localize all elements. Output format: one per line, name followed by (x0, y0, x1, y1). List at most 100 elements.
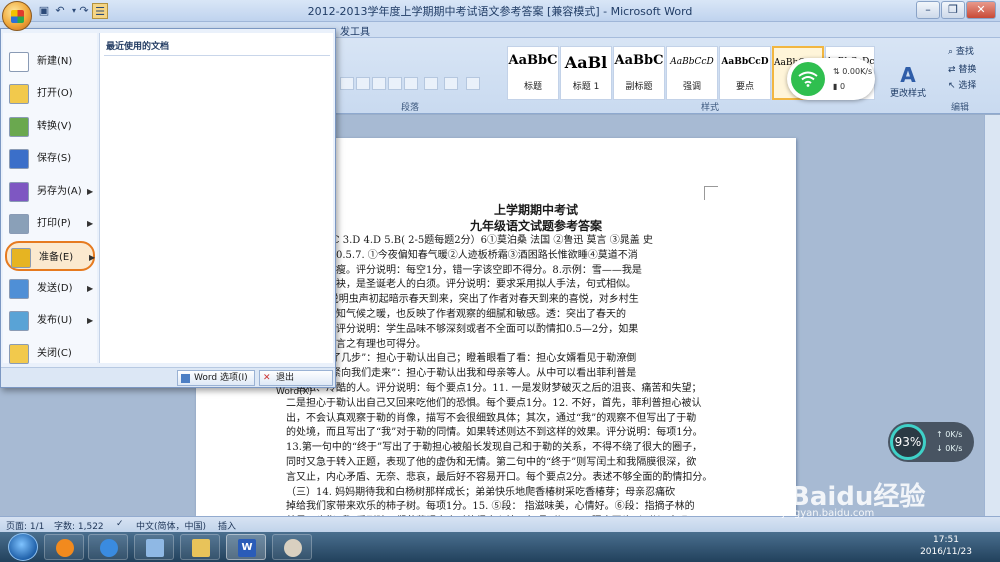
proofing-icon[interactable]: ✓ (116, 519, 124, 529)
document-line: 个自私、冷酷的人。评分说明：每个要点1分。11. 一是发财梦破灭之后的沮丧、痛苦… (286, 382, 702, 394)
taskbar-ie[interactable] (88, 534, 128, 560)
office-menu-item[interactable]: 发布(U) ▶ (5, 306, 95, 336)
office-button[interactable] (2, 1, 32, 31)
style-sample: AaBbC (508, 53, 558, 68)
office-menu-item[interactable]: 发送(D) ▶ (5, 274, 95, 304)
watermark-url: jingyan.baidu.com (782, 508, 875, 519)
style-strong[interactable]: AaBbCcD 要点 (719, 46, 771, 100)
word-options-button[interactable]: Word 选项(I) (177, 370, 255, 386)
document-line: 是天使的衣袂，是圣诞老人的白须。评分说明：要求采用拟人手法，句式相似。 (286, 279, 636, 291)
change-styles-label: 更改样式 (889, 89, 926, 99)
document-line: 掉给我们家带来欢乐的柿子树。每项1分。15. ⑤段： 指滋味美，心情好。⑥段：指… (286, 501, 695, 513)
taskbar-paint[interactable] (272, 534, 312, 560)
exit-word-button[interactable]: ✕ 退出 Word(X) (259, 370, 333, 397)
window-title: 2012-2013学年度上学期期中考试语文参考答案 [兼容模式] - Micro… (307, 5, 693, 18)
change-styles-icon: A (900, 63, 916, 87)
align-center-icon[interactable] (356, 77, 370, 90)
document-body[interactable]: 上学期期中考试 九年级语文试题参考答案 分）二. 2.C 3.D 4.D 5.B… (286, 202, 786, 530)
office-menu-item[interactable]: 关闭(C) (5, 339, 95, 369)
change-styles-button[interactable]: A 更改样式 (886, 64, 930, 99)
wifi-widget[interactable]: ⇅ 0.00K/s ▮ 0 (787, 58, 875, 100)
system-clock[interactable]: 17:51 2016/11/23 (916, 534, 976, 558)
gauge-down-value: 0K/s (945, 444, 963, 453)
status-page[interactable]: 页面: 1/1 (6, 519, 44, 532)
office-menu-item[interactable]: 另存为(A) ▶ (5, 177, 95, 207)
document-line: ）9. 新：说明虫声初起暗示春天到来，突出了作者对春天到来的喜悦，对乡村生 (286, 294, 639, 306)
baidu-watermark: Baidu经验 jingyan.baidu.com (760, 470, 960, 520)
taskbar-media-player[interactable] (44, 534, 84, 560)
wifi-device-count: ▮ 0 (833, 82, 845, 91)
find-button[interactable]: ⌕ 查找 (948, 44, 974, 57)
style-caption: 标题 1 (572, 82, 600, 92)
clock-time: 17:51 (933, 535, 959, 545)
office-menu-item-label: 保存(S) (37, 153, 72, 165)
gauge-percent: 93% (890, 424, 926, 460)
taskbar-word[interactable]: W (226, 534, 266, 560)
taskbar-explorer[interactable] (180, 534, 220, 560)
open-folder-icon (9, 84, 29, 105)
office-logo-icon (11, 10, 24, 23)
close-button[interactable]: ✕ (966, 1, 996, 19)
office-menu-item-label: 发送(D) (37, 282, 73, 294)
borders-icon[interactable] (466, 77, 480, 90)
down-arrow-icon: ↓ (936, 444, 946, 453)
status-language[interactable]: 中文(简体，中国) (136, 519, 206, 532)
style-heading1[interactable]: AaBl 标题 1 (560, 46, 612, 100)
replace-icon: ⇄ (948, 65, 959, 75)
word-options-label: Word 选项(I) (194, 373, 248, 383)
justify-icon[interactable] (388, 77, 402, 90)
gauge-up-value: 0K/s (945, 430, 963, 439)
office-menu-item[interactable]: 转换(V) (5, 112, 95, 142)
margin-marker (704, 186, 718, 200)
restore-button[interactable]: ❐ (941, 1, 965, 19)
office-menu-item[interactable]: 打印(P) ▶ (5, 209, 95, 239)
align-right-icon[interactable] (372, 77, 386, 90)
document-line: ，错一空扣0.5.7. ①今夜偏知春气暖②人迹板桥霜③酒困路长惟欲睡④莫道不消 (286, 249, 638, 261)
print-icon (9, 214, 29, 234)
style-caption: 强调 (682, 82, 701, 92)
publish-icon (9, 311, 29, 332)
document-line: 度品味，如言之有理也可得分。 (286, 338, 426, 350)
recent-documents-title: 最近使用的文档 (106, 42, 170, 52)
distribute-icon[interactable] (404, 77, 418, 90)
folder-icon (192, 539, 210, 557)
start-button[interactable] (8, 533, 38, 561)
document-line: 的处境，而且写出了“我”对于勒的同情。如果转述则达不到这样的效果。评分说明：每项… (286, 427, 703, 439)
device-icon: ▮ (833, 82, 840, 91)
align-left-icon[interactable] (340, 77, 354, 90)
taskbar-desktop[interactable] (134, 534, 174, 560)
style-subtitle[interactable]: AaBbC 副标题 (613, 46, 665, 100)
vertical-scrollbar[interactable] (984, 115, 1000, 516)
separator (104, 55, 330, 56)
send-icon (9, 278, 29, 299)
options-icon (181, 374, 190, 383)
office-menu-item[interactable]: 新建(N) (5, 47, 95, 77)
document-line: （三）14. 妈妈期待我和白杨树那样成长；弟弟快乐地爬香椿树采吃香椿芽；母亲忍痛… (286, 486, 676, 498)
paint-icon (284, 539, 302, 557)
line-spacing-icon[interactable] (424, 77, 438, 90)
office-menu-item[interactable]: 准备(E) ▶ (5, 241, 95, 272)
tab-developer[interactable]: 发工具 (340, 23, 370, 38)
style-emphasis[interactable]: AaBbCcD 强调 (666, 46, 718, 100)
wifi-speed: ⇅ 0.00K/s (833, 67, 872, 76)
style-caption: 要点 (735, 82, 754, 92)
status-words[interactable]: 字数: 1,522 (54, 519, 104, 532)
document-line: “向旁边走了几步”：担心于勒认出自己；瞪着眼看了看：担心女婿看见于勒潦倒 (286, 353, 637, 365)
upload-arrow-icon: ⇅ (833, 67, 843, 76)
office-menu-item[interactable]: 打开(O) (5, 79, 95, 109)
office-menu-footer: Word 选项(I) ✕ 退出 Word(X) (1, 367, 335, 397)
status-insert-mode[interactable]: 插入 (218, 519, 236, 532)
media-player-icon (56, 539, 74, 557)
replace-button[interactable]: ⇄ 替换 (948, 62, 976, 75)
style-caption: 副标题 (625, 82, 653, 92)
minimize-button[interactable]: – (916, 1, 940, 19)
submenu-arrow-icon: ▶ (87, 186, 94, 196)
office-menu-item-label: 新建(N) (37, 56, 73, 67)
replace-label: 替换 (958, 65, 977, 75)
shading-icon[interactable] (444, 77, 458, 90)
new-document-icon (9, 52, 29, 72)
office-menu-item[interactable]: 保存(S) (5, 144, 95, 174)
style-title[interactable]: AaBbC 标题 (507, 46, 559, 100)
select-button[interactable]: ↖ 选择 (948, 78, 976, 91)
speed-gauge[interactable]: 93% ↑ 0K/s ↓ 0K/s (888, 422, 974, 462)
